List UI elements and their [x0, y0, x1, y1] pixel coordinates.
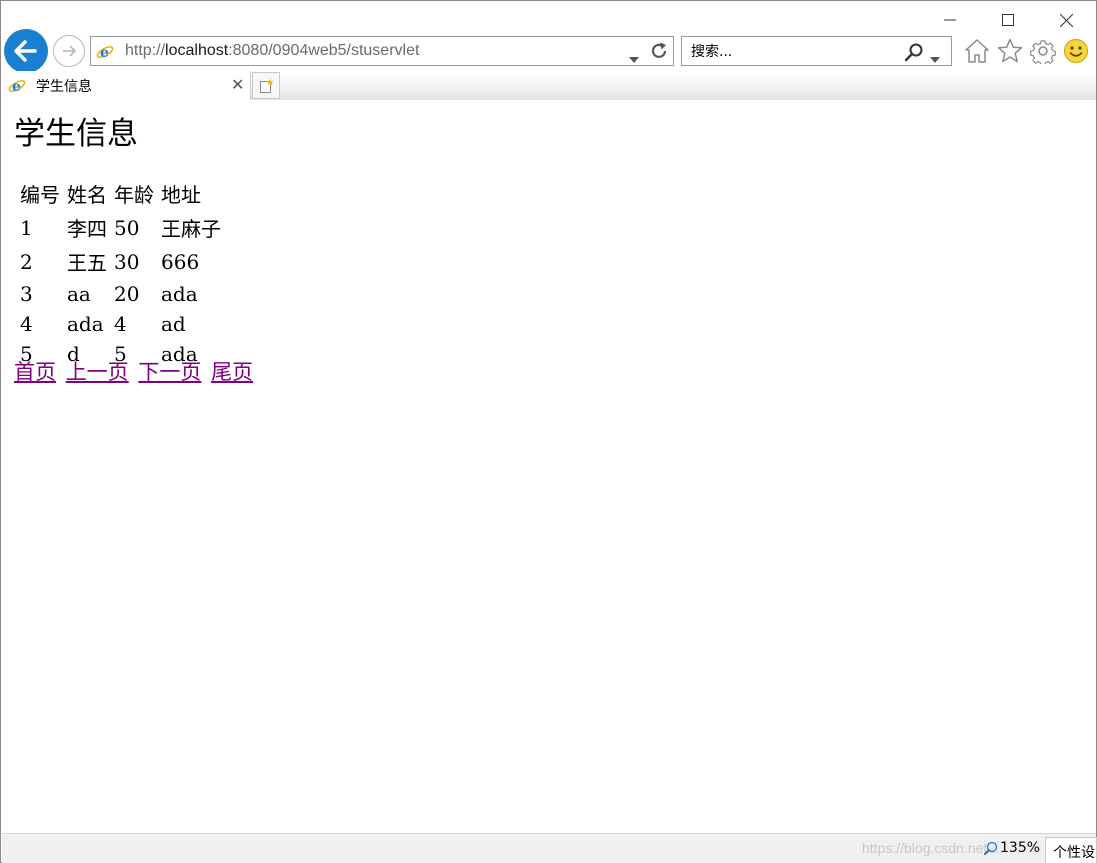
arrow-right-icon — [63, 45, 77, 57]
cell-name: aa — [67, 281, 91, 306]
pagination: 首页 上一页 下一页 尾页 — [14, 356, 256, 386]
cell-name: ada — [67, 311, 104, 336]
last-page-link[interactable]: 尾页 — [211, 360, 253, 384]
search-box[interactable] — [681, 36, 952, 66]
search-icon[interactable] — [904, 42, 924, 66]
svg-text:e: e — [100, 45, 109, 61]
gear-icon — [1030, 40, 1056, 64]
tab-close-icon[interactable]: ✕ — [231, 76, 244, 94]
search-input[interactable] — [691, 42, 891, 62]
url-text[interactable]: http://localhost:8080/0904web5/stuservle… — [125, 42, 419, 60]
zoom-control[interactable]: 135% — [984, 840, 1040, 856]
zoom-level: 135% — [1000, 840, 1041, 856]
column-header-name: 姓名 — [67, 183, 107, 207]
search-dropdown-icon[interactable] — [930, 48, 940, 67]
browser-window: e http://localhost:8080/0904web5/stuserv… — [0, 0, 1097, 863]
column-header-age: 年龄 — [114, 183, 154, 207]
table-row: 2 王五 30 666 — [18, 247, 223, 276]
tab-student-info[interactable]: e 学生信息 ✕ — [2, 71, 251, 100]
minimize-icon — [944, 19, 956, 21]
close-window-button[interactable] — [1043, 7, 1089, 33]
maximize-button[interactable] — [985, 7, 1031, 33]
refresh-icon[interactable] — [649, 41, 669, 65]
cell-name: 李四 — [67, 217, 107, 241]
student-table: 编号 姓名 年龄 地址 1 李四 50 王麻子 2 王五 30 666 3 aa… — [15, 174, 226, 371]
cell-id: 3 — [20, 281, 33, 306]
close-icon — [1059, 13, 1073, 27]
watermark-text: https://blog.csdn.net/... — [862, 840, 1003, 856]
tools-button[interactable] — [1029, 37, 1057, 65]
column-header-address: 地址 — [161, 183, 201, 207]
cell-address: 666 — [161, 249, 200, 274]
personalize-button[interactable]: 个性设 — [1045, 837, 1097, 863]
table-row: 3 aa 20 ada — [18, 281, 223, 306]
cell-address: ada — [161, 281, 198, 306]
personalize-label: 个性设 — [1053, 845, 1095, 861]
maximize-icon — [1002, 14, 1014, 26]
table-row: 4 ada 4 ad — [18, 311, 223, 336]
forward-button[interactable] — [53, 35, 85, 67]
table-row: 1 李四 50 王麻子 — [18, 213, 223, 242]
minimize-button[interactable] — [927, 7, 973, 33]
cell-id: 4 — [20, 311, 33, 336]
page-content: 学生信息 编号 姓名 年龄 地址 1 李四 50 王麻子 2 王五 30 666… — [2, 100, 1096, 833]
cell-age: 20 — [114, 281, 140, 306]
page-title: 学生信息 — [14, 116, 138, 152]
feedback-button[interactable] — [1062, 37, 1090, 65]
svg-text:e: e — [12, 79, 21, 95]
cell-age: 4 — [114, 311, 127, 336]
tab-title: 学生信息 — [36, 79, 92, 95]
arrow-left-icon — [14, 40, 37, 62]
cell-name: 王五 — [67, 251, 107, 275]
address-dropdown-icon[interactable] — [629, 48, 639, 67]
ie-page-icon: e — [8, 77, 26, 99]
table-header-row: 编号 姓名 年龄 地址 — [18, 179, 223, 208]
prev-page-link[interactable]: 上一页 — [66, 360, 129, 384]
home-button[interactable] — [963, 37, 991, 65]
status-bar: https://blog.csdn.net/... 135% 个性设 — [2, 833, 1097, 863]
column-header-id: 编号 — [20, 183, 60, 207]
first-page-link[interactable]: 首页 — [14, 360, 56, 384]
ie-page-icon: e — [96, 43, 114, 65]
home-icon — [965, 39, 989, 63]
star-icon — [997, 38, 1023, 63]
cell-id: 1 — [20, 215, 33, 240]
cell-age: 50 — [114, 215, 140, 240]
cell-id: 2 — [20, 249, 33, 274]
favorites-button[interactable] — [996, 37, 1024, 65]
zoom-icon — [984, 841, 998, 855]
cell-address: ad — [161, 311, 186, 336]
new-tab-icon — [260, 78, 274, 93]
cell-address: 王麻子 — [161, 217, 221, 241]
new-tab-button[interactable] — [252, 72, 280, 99]
address-bar[interactable]: e http://localhost:8080/0904web5/stuserv… — [90, 36, 674, 66]
next-page-link[interactable]: 下一页 — [138, 360, 201, 384]
back-button[interactable] — [4, 29, 48, 73]
smiley-icon — [1064, 39, 1088, 63]
cell-age: 30 — [114, 249, 140, 274]
tab-bar: e 学生信息 ✕ — [2, 71, 1096, 100]
